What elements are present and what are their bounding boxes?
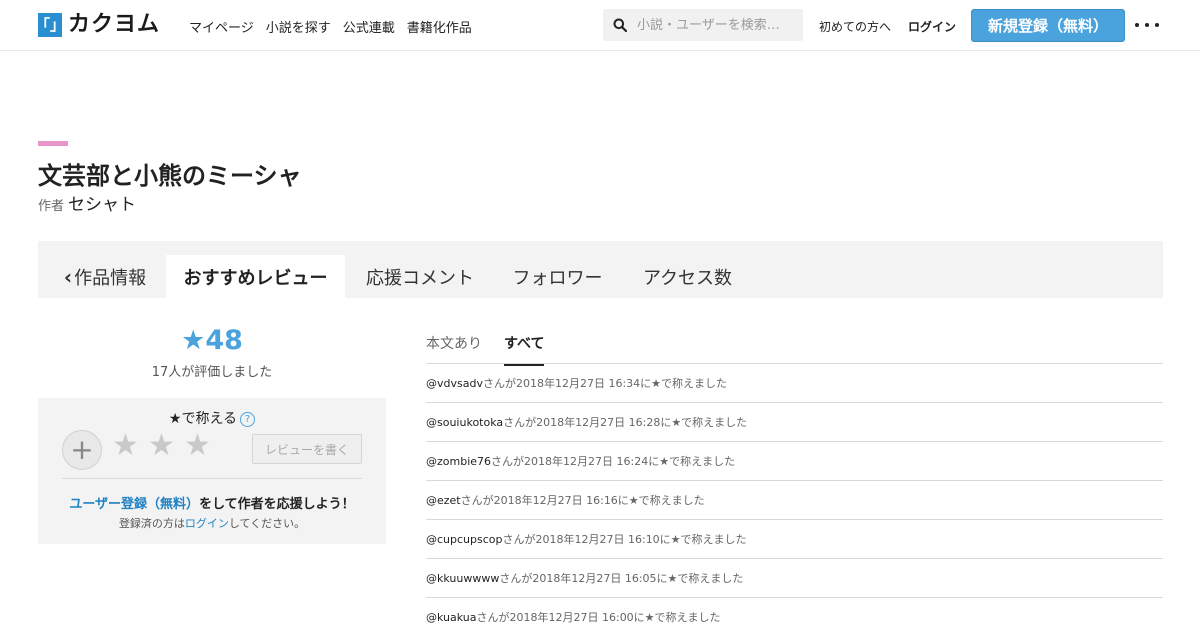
- nav-official-series[interactable]: 公式連載: [343, 17, 395, 36]
- site-header: 「」 カクヨム マイページ 小説を探す 公式連載 書籍化作品 初めての方へ ログ…: [0, 0, 1200, 51]
- star-icon[interactable]: ★: [148, 431, 175, 461]
- review-text: さんが2018年12月27日 16:34に★で称えました: [482, 377, 728, 390]
- signup-cta: ユーザー登録（無料）をして作者を応援しよう！: [38, 493, 386, 512]
- subtab-all[interactable]: すべて: [504, 333, 545, 366]
- list-item: @zombie76 さんが2018年12月27日 16:24に★で称えました: [426, 442, 1163, 481]
- author-name[interactable]: セシャト: [68, 195, 136, 215]
- review-text: さんが2018年12月27日 16:00に★で称えました: [476, 611, 721, 624]
- logo-text: カクヨム: [68, 12, 161, 37]
- tab-work-info[interactable]: ‹ 作品情報: [55, 255, 155, 298]
- work-title[interactable]: 文芸部と小熊のミーシャ: [38, 156, 302, 191]
- review-filter-tabs: 本文あり すべて: [426, 333, 545, 366]
- logo-mark-icon: 「」: [35, 13, 65, 37]
- list-item: @vdvsadv さんが2018年12月27日 16:34に★で称えました: [426, 364, 1163, 403]
- login-link[interactable]: ログイン: [908, 18, 956, 35]
- review-text: さんが2018年12月27日 16:10に★で称えました: [502, 533, 747, 546]
- write-review-button[interactable]: レビューを書く: [252, 434, 362, 464]
- nav-find-novels[interactable]: 小説を探す: [266, 17, 331, 36]
- author-label: 作者: [38, 199, 65, 214]
- review-text: さんが2018年12月27日 16:24に★で称えました: [491, 455, 736, 468]
- review-text: さんが2018年12月27日 16:28に★で称えました: [503, 416, 748, 429]
- tab-access-count[interactable]: アクセス数: [635, 255, 740, 298]
- help-icon[interactable]: ?: [240, 411, 256, 427]
- praise-list: @vdvsadv さんが2018年12月27日 16:34に★で称えました @so…: [426, 364, 1163, 630]
- genre-accent-bar: [38, 141, 68, 146]
- list-item: @kuakua さんが2018年12月27日 16:00に★で称えました: [426, 598, 1163, 630]
- subtab-with-text[interactable]: 本文あり: [426, 333, 482, 366]
- review-user-link[interactable]: @cupcupscop: [426, 533, 503, 546]
- search-icon: [613, 18, 627, 32]
- login-prompt-link[interactable]: ログイン: [185, 517, 229, 530]
- tab-followers[interactable]: フォロワー: [505, 255, 610, 298]
- review-text: さんが2018年12月27日 16:16に★で称えました: [460, 494, 705, 507]
- divider: [62, 478, 362, 479]
- review-user-link[interactable]: @kkuuwwww: [426, 572, 499, 585]
- nav-published-works[interactable]: 書籍化作品: [407, 17, 472, 36]
- star-icon[interactable]: ★: [184, 431, 211, 461]
- nav-mypage[interactable]: マイページ: [189, 17, 254, 36]
- tab-work-info-label: 作品情報: [74, 267, 147, 289]
- login-prompt-prefix: 登録済の方は: [118, 517, 185, 530]
- main-nav: マイページ 小説を探す 公式連載 書籍化作品: [189, 17, 472, 36]
- tab-comments[interactable]: 応援コメント: [360, 255, 480, 298]
- review-user-link[interactable]: @zombie76: [426, 455, 491, 468]
- first-time-link[interactable]: 初めての方へ: [819, 18, 891, 35]
- login-prompt: 登録済の方はログインしてください。: [38, 515, 386, 531]
- list-item: @souiukotoka さんが2018年12月27日 16:28に★で称えました: [426, 403, 1163, 442]
- praise-panel: ★で称える? + ★ ★ ★ レビューを書く ユーザー登録（無料）をして作者を応…: [38, 398, 386, 544]
- praise-title-label: ★で称える: [168, 411, 238, 427]
- review-user-link[interactable]: @souiukotoka: [426, 416, 503, 429]
- list-item: @cupcupscop さんが2018年12月27日 16:10に★で称えました: [426, 520, 1163, 559]
- signup-cta-text: をして作者を応援しよう！: [199, 497, 355, 512]
- list-item: @kkuuwwww さんが2018年12月27日 16:05に★で称えました: [426, 559, 1163, 598]
- rater-count: 17人が評価しました: [151, 365, 273, 380]
- login-prompt-suffix: してください。: [228, 517, 306, 530]
- chevron-left-icon: ‹: [63, 264, 73, 289]
- plus-icon[interactable]: +: [62, 430, 102, 470]
- praise-title: ★で称える?: [38, 408, 386, 428]
- star-icon[interactable]: ★: [112, 431, 139, 461]
- list-item: @ezet さんが2018年12月27日 16:16に★で称えました: [426, 481, 1163, 520]
- author-row: 作者 セシャト: [38, 190, 136, 215]
- tab-recommended-reviews[interactable]: おすすめレビュー: [166, 255, 345, 298]
- signup-cta-link[interactable]: ユーザー登録（無料）: [69, 497, 199, 512]
- review-text: さんが2018年12月27日 16:05に★で称えました: [499, 572, 744, 585]
- search-input[interactable]: [637, 17, 792, 33]
- star-score: ★48: [181, 325, 243, 356]
- site-logo[interactable]: 「」 カクヨム: [35, 12, 161, 37]
- more-menu-icon[interactable]: [1135, 14, 1159, 36]
- signup-button[interactable]: 新規登録（無料）: [971, 9, 1125, 42]
- search-box: [603, 9, 803, 41]
- review-user-link[interactable]: @ezet: [426, 494, 461, 507]
- review-user-link[interactable]: @vdvsadv: [426, 377, 483, 390]
- review-user-link[interactable]: @kuakua: [426, 611, 477, 624]
